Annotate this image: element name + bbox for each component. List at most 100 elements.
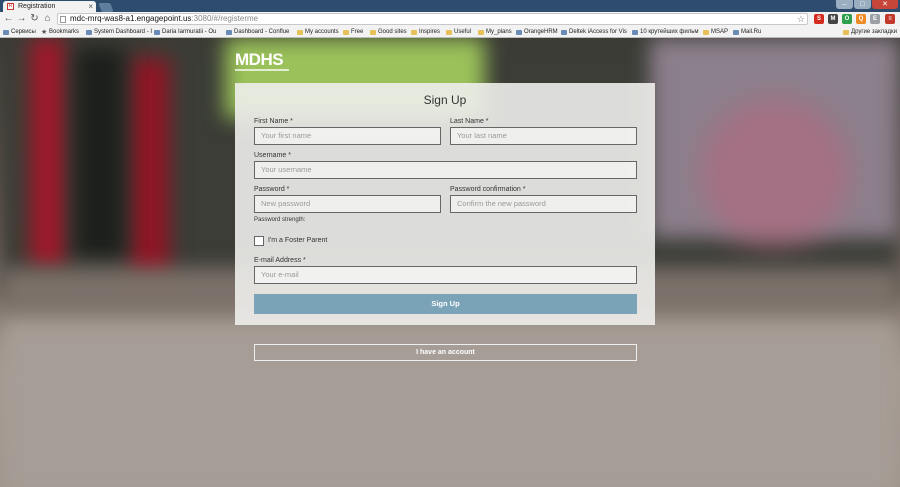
password-field[interactable]: New password (254, 195, 441, 213)
email-field[interactable]: Your e-mail (254, 266, 637, 284)
first-name-label: First Name * (254, 118, 293, 125)
forward-arrow-icon[interactable]: → (16, 13, 27, 25)
folder-icon (297, 30, 303, 35)
tab-title: Registration (18, 3, 56, 10)
tab-strip: R Registration × – □ ✕ (0, 0, 900, 12)
bookmark-label: Inspires (419, 29, 441, 35)
page-icon (632, 30, 638, 35)
bookmark-item[interactable]: Другие закладки (843, 27, 897, 37)
folder-icon (411, 30, 417, 35)
page-icon (226, 30, 232, 35)
mdhs-logo: MDHS (235, 50, 284, 69)
bookmark-item[interactable]: ★ Bookmarks (41, 27, 79, 37)
bookmark-item[interactable]: My_plans (478, 27, 512, 37)
bookmarks-bar: Сервисы ★ Bookmarks System Dashboard - I Dar… (0, 27, 900, 38)
last-name-field[interactable]: Your last name (450, 127, 637, 145)
bookmark-item[interactable]: System Dashboard - I (86, 27, 153, 37)
extension-icon[interactable]: E (870, 14, 880, 24)
folder-icon (446, 30, 452, 35)
bookmark-item[interactable]: MSAP (703, 27, 729, 37)
extension-icon[interactable]: M (828, 14, 838, 24)
page-viewport: MDHS Sign Up First Name * Your first nam… (0, 38, 900, 487)
extension-icon[interactable]: ≡ (885, 14, 895, 24)
bookmark-label: System Dashboard - I (94, 29, 153, 35)
bookmark-label: My_plans (486, 29, 512, 35)
bookmark-item[interactable]: OrangeHRM (516, 27, 558, 37)
background-red-drape-2 (130, 58, 170, 278)
maximize-button[interactable]: □ (854, 0, 871, 9)
foster-parent-label[interactable]: I'm a Foster Parent (268, 237, 327, 244)
username-field[interactable]: Your username (254, 161, 637, 179)
address-bar[interactable]: mdc-mrq-was8-a1.engagepoint.us:3080/#/re… (57, 13, 808, 25)
bookmark-label: Сервисы (11, 29, 36, 35)
folder-icon (370, 30, 376, 35)
window-controls: – □ ✕ (836, 0, 898, 9)
foster-parent-checkbox[interactable] (254, 236, 264, 246)
tab-registration[interactable]: R Registration × (3, 1, 96, 12)
sign-up-button[interactable]: Sign Up (254, 294, 637, 314)
extension-icon[interactable]: S (814, 14, 824, 24)
home-icon[interactable]: ⌂ (42, 13, 53, 25)
email-label: E-mail Address * (254, 257, 306, 264)
bookmark-item[interactable]: Good sites (370, 27, 407, 37)
signup-card: Sign Up First Name * Your first name Las… (235, 83, 655, 325)
page-favicon-icon: R (7, 3, 14, 10)
folder-icon (703, 30, 709, 35)
bookmark-item[interactable]: My accounts (297, 27, 339, 37)
minimize-button[interactable]: – (836, 0, 853, 9)
extension-icon[interactable]: Q (856, 14, 866, 24)
bookmark-label: Mail.Ru (741, 29, 762, 35)
background-dark-panel (75, 48, 125, 258)
password-confirm-label: Password confirmation * (450, 186, 526, 193)
bookmark-item[interactable]: Dashboard - Conflue (226, 27, 290, 37)
bookmark-label: Deltek iAccess for Vis (569, 29, 627, 35)
logo-underline (235, 69, 289, 71)
apps-icon (3, 30, 9, 35)
bookmark-label: Daria Iarmuratii - Ou (162, 29, 217, 35)
bookmark-label: Другие закладки (851, 29, 897, 35)
bookmark-label: Free (351, 29, 364, 35)
tab-close-icon[interactable]: × (88, 1, 93, 12)
folder-icon (343, 30, 349, 35)
page-icon (86, 30, 92, 35)
bookmark-star-icon[interactable]: ☆ (797, 14, 805, 24)
page-icon (516, 30, 522, 35)
browser-toolbar: ← → ↻ ⌂ mdc-mrq-was8-a1.engagepoint.us:3… (0, 12, 900, 27)
reload-icon[interactable]: ↻ (29, 13, 40, 25)
bookmark-item[interactable]: 10 крутейших фильм (632, 27, 699, 37)
page-icon (154, 30, 160, 35)
page-icon (733, 30, 739, 35)
background-blob (700, 98, 850, 248)
username-label: Username * (254, 152, 291, 159)
background-red-drape (30, 38, 65, 268)
bookmark-item[interactable]: Deltek iAccess for Vis (561, 27, 627, 37)
bookmark-label: OrangeHRM (524, 29, 558, 35)
folder-icon (843, 30, 849, 35)
url-path: :3080/#/registerme (191, 14, 259, 23)
bookmark-label: 10 крутейших фильм (640, 29, 699, 35)
have-account-button[interactable]: I have an account (254, 344, 637, 361)
password-label: Password * (254, 186, 290, 193)
folder-icon (478, 30, 484, 35)
bookmark-item[interactable]: Inspires (411, 27, 441, 37)
bookmark-label: Good sites (378, 29, 407, 35)
bookmark-label: MSAP (711, 29, 729, 35)
first-name-field[interactable]: Your first name (254, 127, 441, 145)
page-icon (561, 30, 567, 35)
bookmark-item[interactable]: Daria Iarmuratii - Ou (154, 27, 217, 37)
bookmark-item[interactable]: Mail.Ru (733, 27, 762, 37)
back-arrow-icon[interactable]: ← (3, 13, 14, 25)
new-tab-button[interactable] (98, 3, 114, 12)
bookmark-item[interactable]: Free (343, 27, 364, 37)
star-icon: ★ (41, 29, 48, 36)
bookmark-item[interactable]: Сервисы (3, 27, 36, 37)
bookmark-label: Useful (454, 29, 472, 35)
page-icon (60, 16, 66, 23)
last-name-label: Last Name * (450, 118, 489, 125)
extension-icon[interactable]: O (842, 14, 852, 24)
bookmark-item[interactable]: Useful (446, 27, 472, 37)
bookmark-label: Dashboard - Conflue (234, 29, 290, 35)
bookmark-label: My accounts (305, 29, 339, 35)
window-close-button[interactable]: ✕ (872, 0, 898, 9)
password-confirm-field[interactable]: Confirm the new password (450, 195, 637, 213)
